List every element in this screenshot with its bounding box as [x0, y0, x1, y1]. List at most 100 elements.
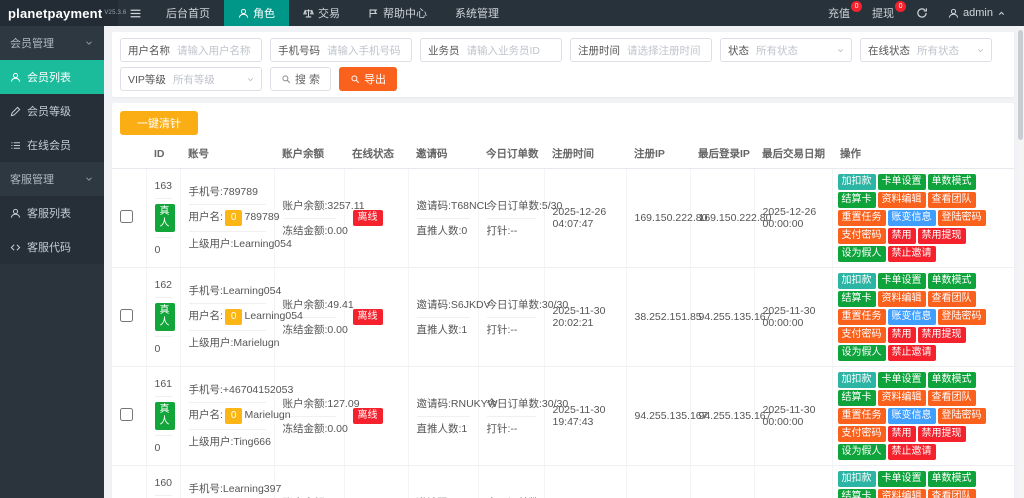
- action-button-登陆密码[interactable]: 登陆密码: [937, 309, 986, 325]
- action-button-设为假人[interactable]: 设为假人: [837, 246, 886, 262]
- action-button-禁用提现[interactable]: 禁用提现: [917, 327, 966, 343]
- search-button[interactable]: 搜 索: [270, 67, 332, 91]
- action-button-资料编辑[interactable]: 资料编辑: [877, 390, 926, 406]
- sidebar-item-label: 会员列表: [27, 72, 71, 84]
- action-button-重置任务[interactable]: 重置任务: [837, 309, 886, 325]
- action-button-设为假人[interactable]: 设为假人: [837, 444, 886, 460]
- person-icon: [10, 72, 21, 83]
- scrollbar-thumb[interactable]: [1018, 30, 1023, 140]
- nav-tab-4[interactable]: 帮助中心: [354, 0, 441, 26]
- action-button-资料编辑[interactable]: 资料编辑: [877, 489, 926, 498]
- action-button-结算卡[interactable]: 结算卡: [837, 291, 876, 307]
- pencil-icon: [10, 106, 21, 117]
- action-button-资料编辑[interactable]: 资料编辑: [877, 192, 926, 208]
- member-username-line: 用户名: 0 Learning054: [189, 309, 303, 325]
- column-header: 今日订单数: [478, 139, 544, 169]
- action-button-禁止邀请[interactable]: 禁止邀请: [887, 345, 936, 361]
- action-button-查看团队[interactable]: 查看团队: [927, 489, 976, 498]
- checkbox-cell: [112, 168, 147, 268]
- nav-tab-2[interactable]: 角色: [224, 0, 289, 26]
- search-button-label: 搜 索: [295, 74, 321, 86]
- nav-tab-1[interactable]: 后台首页: [152, 0, 224, 26]
- action-button-加扣款[interactable]: 加扣款: [837, 372, 876, 388]
- action-button-卡单设置[interactable]: 卡单设置: [877, 471, 926, 487]
- action-button-结算卡[interactable]: 结算卡: [837, 390, 876, 406]
- action-button-加扣款[interactable]: 加扣款: [837, 273, 876, 289]
- action-button-结算卡[interactable]: 结算卡: [837, 192, 876, 208]
- filter-label: VIP等级: [128, 73, 166, 86]
- sidebar-item-客服列表[interactable]: 客服列表: [0, 196, 104, 230]
- action-button-支付密码[interactable]: 支付密码: [837, 426, 886, 442]
- row-checkbox[interactable]: [120, 408, 133, 421]
- action-button-卡单设置[interactable]: 卡单设置: [877, 372, 926, 388]
- filter-select-2[interactable]: 在线状态 所有状态: [860, 38, 992, 62]
- filter-select-vip[interactable]: VIP等级 所有等级: [120, 67, 262, 91]
- nav-tab-3[interactable]: 交易: [289, 0, 354, 26]
- action-button-禁用提现[interactable]: 禁用提现: [917, 426, 966, 442]
- clear-needle-button[interactable]: 一键清针: [120, 111, 198, 135]
- export-button[interactable]: 导出: [339, 67, 398, 91]
- action-button-支付密码[interactable]: 支付密码: [837, 327, 886, 343]
- recharge-badge: 0: [851, 1, 863, 12]
- member-id: 161: [154, 378, 173, 390]
- action-button-支付密码[interactable]: 支付密码: [837, 228, 886, 244]
- table-row: 162 真人 0 手机号:Learning054 用户名: 0 Learning054 上级用…: [112, 267, 1014, 367]
- action-button-查看团队[interactable]: 查看团队: [927, 390, 976, 406]
- action-button-禁止邀请[interactable]: 禁止邀请: [887, 246, 936, 262]
- action-button-重置任务[interactable]: 重置任务: [837, 210, 886, 226]
- action-button-禁止邀请[interactable]: 禁止邀请: [887, 444, 936, 460]
- page-scrollbar[interactable]: [1017, 26, 1024, 498]
- action-button-查看团队[interactable]: 查看团队: [927, 291, 976, 307]
- action-button-登陆密码[interactable]: 登陆密码: [937, 408, 986, 424]
- table-row: 160真人0手机号:Learning397用户名:0Learning397上级用…: [112, 465, 1014, 498]
- sidebar-item-在线会员[interactable]: 在线会员: [0, 128, 104, 162]
- action-button-单数模式[interactable]: 单数模式: [927, 471, 976, 487]
- action-button-账变信息[interactable]: 账变信息: [887, 408, 936, 424]
- sidebar-item-客服代码[interactable]: 客服代码: [0, 230, 104, 264]
- action-button-卡单设置[interactable]: 卡单设置: [877, 174, 926, 190]
- action-button-禁用提现[interactable]: 禁用提现: [917, 228, 966, 244]
- menu-toggle-icon[interactable]: [118, 0, 152, 26]
- action-button-加扣款[interactable]: 加扣款: [837, 471, 876, 487]
- member-username-line: 用户名: 0 Marielugn: [189, 408, 291, 424]
- action-button-账变信息[interactable]: 账变信息: [887, 210, 936, 226]
- recharge-button[interactable]: 充值 0: [818, 0, 863, 26]
- action-button-重置任务[interactable]: 重置任务: [837, 408, 886, 424]
- action-button-账变信息[interactable]: 账变信息: [887, 309, 936, 325]
- member-type-badge: 真人: [154, 204, 175, 232]
- sidebar-group-1[interactable]: 会员管理: [0, 26, 104, 60]
- main-content: 用户名称 请输入用户名称 手机号码 请输入手机号码 业务员 请输入业务员ID 注册时间 请选择…: [104, 26, 1024, 498]
- filter-input-field[interactable]: 请输入手机号码: [327, 43, 411, 58]
- action-button-查看团队[interactable]: 查看团队: [927, 192, 976, 208]
- action-button-禁用[interactable]: 禁用: [887, 228, 916, 244]
- orders-cell: 今日订单数:30/30 打针:--: [478, 267, 568, 367]
- action-button-登陆密码[interactable]: 登陆密码: [937, 210, 986, 226]
- sidebar-item-会员列表[interactable]: 会员列表: [0, 60, 104, 94]
- action-button-结算卡[interactable]: 结算卡: [837, 489, 876, 498]
- withdraw-button[interactable]: 提现 0: [862, 0, 907, 26]
- column-header: 账户余额: [274, 139, 344, 169]
- action-button-资料编辑[interactable]: 资料编辑: [877, 291, 926, 307]
- today-orders: 今日订单数:30/30: [486, 397, 569, 410]
- action-button-设为假人[interactable]: 设为假人: [837, 345, 886, 361]
- refresh-icon[interactable]: [906, 0, 938, 26]
- row-checkbox[interactable]: [120, 309, 133, 322]
- action-button-单数模式[interactable]: 单数模式: [927, 273, 976, 289]
- action-button-单数模式[interactable]: 单数模式: [927, 174, 976, 190]
- sidebar-item-会员等级[interactable]: 会员等级: [0, 94, 104, 128]
- nav-tab-5[interactable]: 系统管理: [441, 0, 513, 26]
- filter-input-field[interactable]: 请输入业务员ID: [467, 43, 562, 58]
- sidebar-group-2[interactable]: 客服管理: [0, 162, 104, 196]
- filter-input-field[interactable]: 请选择注册时间: [627, 43, 711, 58]
- action-button-禁用[interactable]: 禁用: [887, 426, 916, 442]
- action-button-禁用[interactable]: 禁用: [887, 327, 916, 343]
- cell-divider: [416, 316, 470, 318]
- row-checkbox[interactable]: [120, 210, 133, 223]
- action-button-加扣款[interactable]: 加扣款: [837, 174, 876, 190]
- user-menu[interactable]: admin: [940, 7, 1014, 19]
- filter-input-field[interactable]: 请输入用户名称: [177, 43, 261, 58]
- action-button-卡单设置[interactable]: 卡单设置: [877, 273, 926, 289]
- actions-cell: 加扣款卡单设置单数模式结算卡资料编辑查看团队重置任务账变信息登陆密码支付密码禁用…: [832, 366, 1014, 466]
- action-button-单数模式[interactable]: 单数模式: [927, 372, 976, 388]
- filter-select-1[interactable]: 状态 所有状态: [720, 38, 852, 62]
